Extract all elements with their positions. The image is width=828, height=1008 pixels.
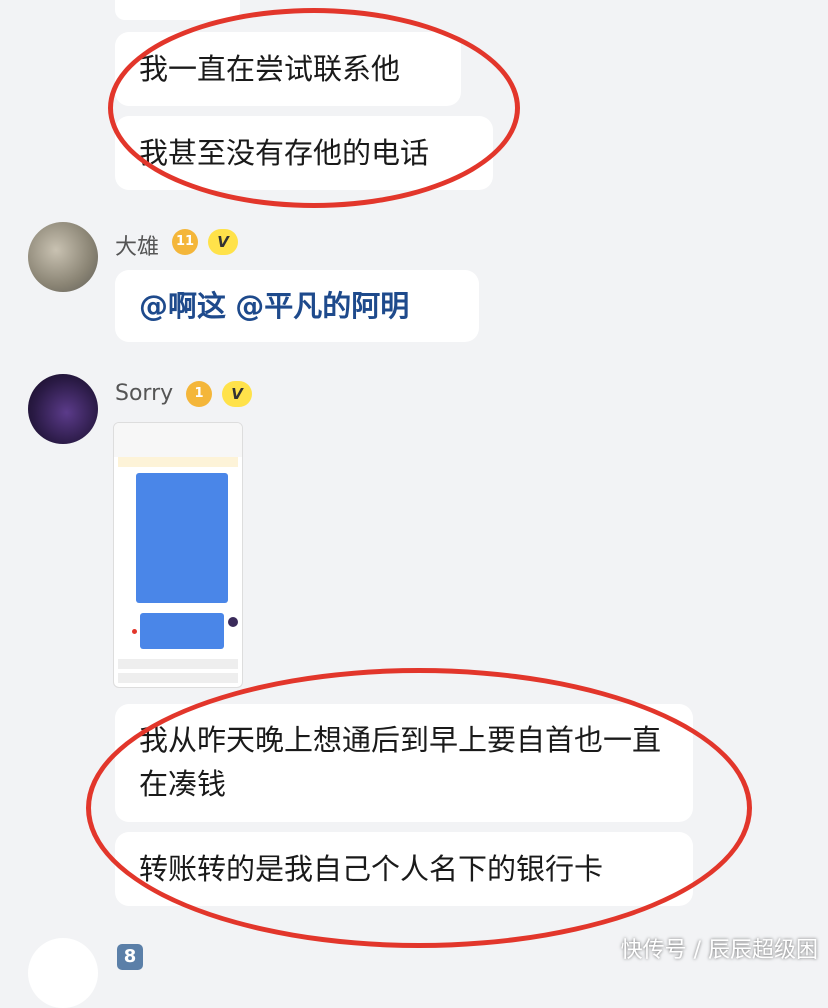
previous-message-tail [115,0,240,20]
watermark: 快传号 / 辰辰超级困 [620,938,818,963]
screenshot-header [114,423,242,457]
screenshot-banner [118,457,238,467]
verified-badge: V [222,381,252,407]
avatar[interactable] [28,374,98,444]
message-text: 我一直在尝试联系他 [139,52,401,86]
mention-link[interactable]: @啊这 [139,289,226,323]
message-text: 我甚至没有存他的电话 [139,136,430,170]
username[interactable]: 大雄 [115,229,159,261]
avatar[interactable] [28,222,98,292]
screenshot-blue-message [136,473,228,603]
screenshot-avatar [228,617,238,627]
screenshot-toolbar [118,659,238,669]
level-badge: 1 [186,381,212,407]
message-bubble-4[interactable]: 我从昨天晚上想通后到早上要自首也一直在凑钱 [115,704,693,822]
level-badge: 11 [172,229,198,255]
shared-screenshot-image[interactable] [113,422,243,688]
unread-count-badge: 8 [117,944,143,970]
message-bubble-5[interactable]: 转账转的是我自己个人名下的银行卡 [115,832,693,906]
screenshot-red-dot [132,629,137,634]
username[interactable]: Sorry [115,381,173,406]
message-text: 转账转的是我自己个人名下的银行卡 [139,852,604,886]
verified-badge: V [208,229,238,255]
message-bubble-2[interactable]: 我甚至没有存他的电话 [115,116,493,190]
screenshot-input-bar [118,673,238,683]
message-bubble-1[interactable]: 我一直在尝试联系他 [115,32,461,106]
message-text: 我从昨天晚上想通后到早上要自首也一直在凑钱 [139,723,662,801]
mention-link[interactable]: @平凡的阿明 [235,289,409,323]
avatar[interactable] [28,938,98,1008]
screenshot-blue-reply [140,613,224,649]
message-bubble-3[interactable]: @啊这 @平凡的阿明 [115,270,479,342]
